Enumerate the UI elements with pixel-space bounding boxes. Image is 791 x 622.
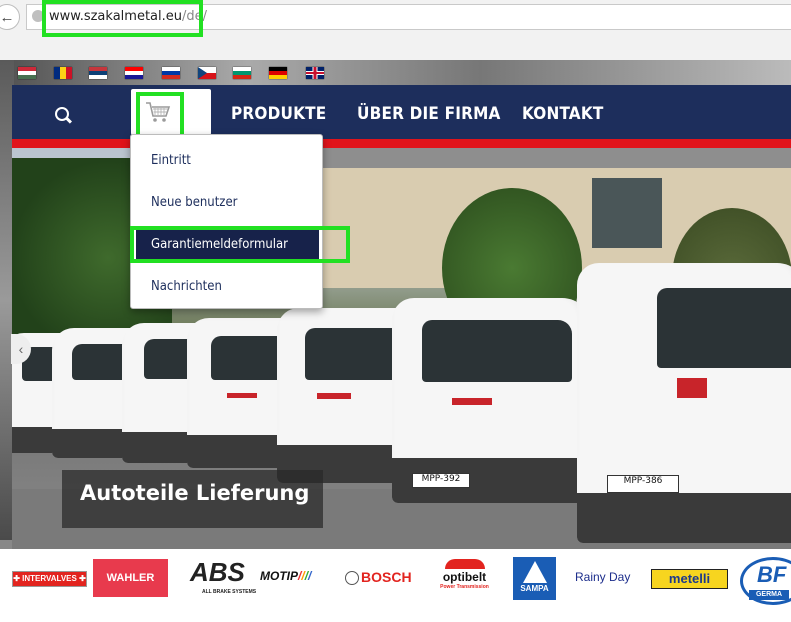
logo-optibelt[interactable]: optibelt Power Transmission [432,559,497,599]
flag-de-icon[interactable] [269,67,287,79]
back-arrow-icon[interactable]: ← [0,4,20,30]
logo-optibelt-text: optibelt [442,570,487,584]
slide-caption: Autoteile Lieferung [80,481,310,505]
highlight-warranty-form [130,226,350,263]
sampa-triangle-icon [522,561,547,583]
logo-bosch[interactable]: BOSCH [345,569,420,589]
license-plate: MPP-392 [412,473,470,488]
license-plate: MPP-386 [607,475,679,493]
logo-wahler-text: WAHLER [106,572,155,584]
logo-motip-text: MOTIP [260,569,298,583]
logo-abs-sub: ALL BRAKE SYSTEMS [202,589,257,595]
flag-hu-icon[interactable] [18,67,36,79]
bosch-armature-icon [345,571,359,586]
logo-bf-text: BF [757,562,787,587]
van: MPP-386 [577,263,791,543]
van: MPP-392 [392,298,592,503]
brand-logos-strip: ✚ INTERVALVES ✚ WAHLER ABS ALL BRAKE SYS… [0,549,791,622]
search-icon[interactable] [55,107,69,121]
optibelt-emblem-icon [444,559,485,569]
highlight-cart [136,92,184,138]
logo-bosch-text: BOSCH [361,569,412,585]
nav-products[interactable]: PRODUKTE [231,104,326,124]
logo-motip[interactable]: MOTIP//// [260,569,335,589]
flag-gb-icon[interactable] [306,67,324,79]
logo-abs-text: ABS [190,557,245,587]
navbar-accent-line [12,139,791,148]
logo-sampa-text: SAMPA [520,584,549,593]
logo-sampa[interactable]: SAMPA [513,557,556,600]
menu-item-login[interactable]: Eintritt [151,153,191,168]
logo-metelli-text: metelli [668,571,711,586]
highlight-url [42,0,203,37]
logo-intervalves-text: INTERVALVES [22,574,77,583]
menu-item-news[interactable]: Nachrichten [151,279,222,294]
flag-ro-icon[interactable] [54,67,72,79]
flag-cz-icon[interactable] [198,67,216,79]
logo-rainy-day[interactable]: Rainy Day [575,570,630,584]
logo-optibelt-sub: Power Transmission [440,584,489,590]
menu-item-new-user[interactable]: Neue benutzer [151,195,237,210]
logo-intervalves[interactable]: ✚ INTERVALVES ✚ [12,571,87,587]
logo-metelli[interactable]: metelli [651,569,728,589]
cart-dropdown-menu: Eintritt Neue benutzer Garantiemeldeform… [130,134,323,309]
flag-ru-icon[interactable] [162,67,180,79]
logo-abs[interactable]: ABS ALL BRAKE SYSTEMS [180,557,256,597]
logo-rainy-day-text: Rainy Day [575,570,631,584]
flag-rs-icon[interactable] [89,67,107,79]
logo-bf-sub: GERMA [749,590,789,600]
window [592,178,662,248]
flag-hr-icon[interactable] [125,67,143,79]
nav-about-company[interactable]: ÜBER DIE FIRMA [357,104,501,124]
flag-bg-icon[interactable] [233,67,251,79]
logo-bf[interactable]: BF GERMA [740,557,791,605]
nav-contact[interactable]: KONTAKT [522,104,604,124]
logo-wahler[interactable]: WAHLER [93,559,168,597]
